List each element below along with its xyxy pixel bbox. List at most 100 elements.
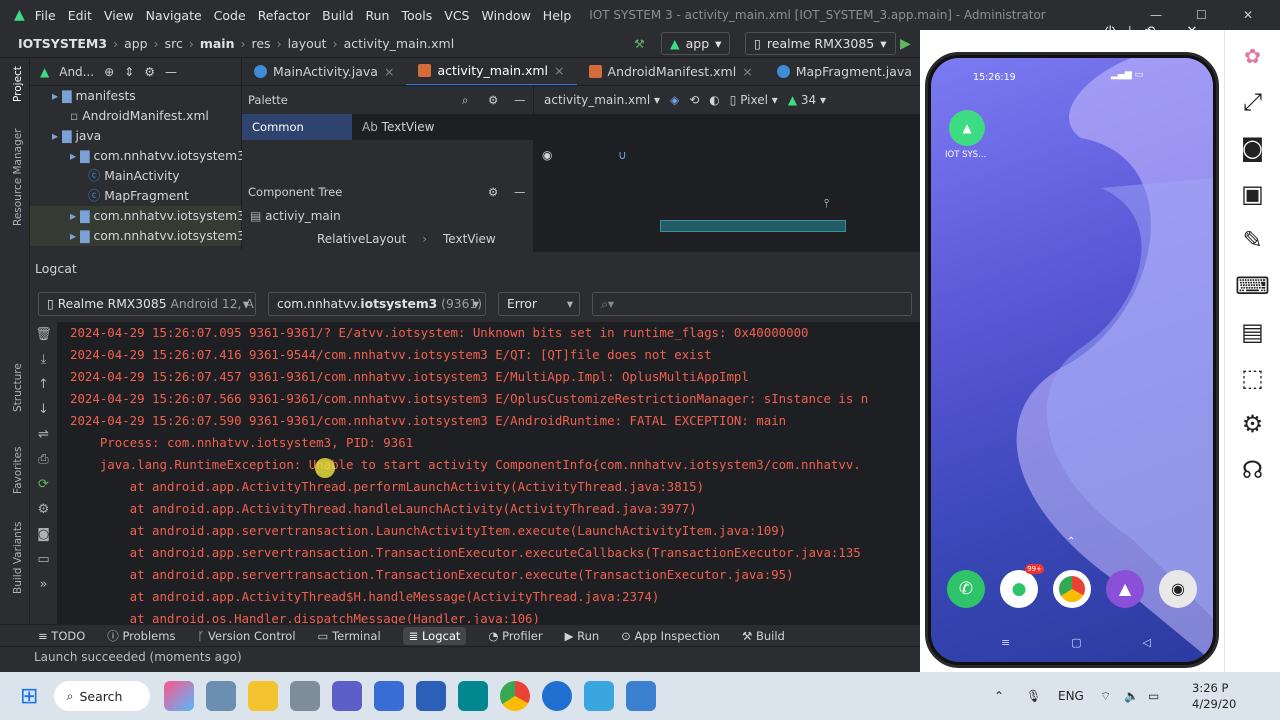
level-filter-dropdown[interactable]: Error ▾	[498, 292, 580, 316]
tree-item[interactable]: ▸ ▇ java	[30, 126, 241, 146]
teams-icon[interactable]	[332, 681, 363, 711]
clock[interactable]: 3:26 P 4/29/20	[1192, 680, 1280, 712]
component-root[interactable]: activiy_main	[265, 209, 341, 223]
crumb-relativelayout[interactable]: RelativeLayout	[317, 232, 406, 246]
tree-item[interactable]: ▸ ▇ com.nnhatvv.iotsystem3	[30, 206, 245, 226]
editor-tab[interactable]: AndroidManifest.xml ×	[577, 58, 765, 85]
back-nav-icon[interactable]: ◁	[1143, 636, 1151, 649]
edge-dev-icon[interactable]	[374, 681, 405, 711]
hammer-icon[interactable]: ⚒	[634, 37, 645, 51]
chrome-icon[interactable]	[500, 681, 531, 711]
close-tab-icon[interactable]: ×	[384, 58, 394, 85]
device-filter-dropdown[interactable]: ▯ Realme RMX3085 Android 12, A ▾	[38, 292, 256, 316]
print-icon[interactable]: ⎙	[30, 447, 57, 472]
tree-item[interactable]: ⓒ MainActivity	[30, 166, 241, 186]
search-icon[interactable]: ⌕	[462, 86, 468, 114]
copilot-app-icon[interactable]	[164, 681, 195, 711]
keyboard-icon[interactable]: ⌨	[1225, 266, 1280, 306]
tree-item[interactable]: ⓒ MapFragment	[30, 186, 241, 206]
build-variants-tool-tab[interactable]: Build Variants	[12, 522, 24, 594]
crumb-textview[interactable]: TextView	[443, 232, 496, 246]
install-icon[interactable]: ▤	[1225, 312, 1280, 352]
bottom-tab-version-control[interactable]: ᚴ Version Control	[197, 629, 295, 643]
clear-log-icon[interactable]: 🗑	[30, 322, 57, 347]
calculator-icon[interactable]	[290, 681, 321, 711]
record-icon[interactable]: ▣	[1225, 174, 1280, 214]
menu-window[interactable]: Window	[482, 8, 531, 23]
palette-category-common[interactable]: Common	[242, 114, 352, 140]
editor-tab[interactable]: MainActivity.java ×	[242, 58, 406, 85]
breadcrumb-item[interactable]: IOTSYSTEM3	[18, 36, 107, 51]
settings-icon[interactable]: ⚙	[1225, 404, 1280, 444]
battery-icon[interactable]: ▭	[1148, 689, 1159, 703]
bottom-tab-terminal[interactable]: ▭ Terminal	[318, 629, 381, 643]
bottom-tab-build[interactable]: ⚒ Build	[742, 629, 785, 643]
theme-icon[interactable]: ◐	[709, 93, 719, 107]
bottom-tab-problems[interactable]: ⓘ Problems	[107, 628, 175, 644]
wifi-icon[interactable]: ⌔	[1100, 689, 1111, 704]
menu-refactor[interactable]: Refactor	[258, 8, 310, 23]
editor-tab[interactable]: activity_main.xml ×	[406, 58, 577, 85]
menu-tools[interactable]: Tools	[401, 8, 432, 23]
bottom-tab-logcat[interactable]: ≣ Logcat	[402, 626, 467, 645]
windows-start-icon[interactable]: ⊞	[20, 684, 38, 709]
tree-item[interactable]: ▫ AndroidManifest.xml	[30, 106, 241, 126]
menu-build[interactable]: Build	[322, 8, 353, 23]
run-icon[interactable]: ▶	[900, 36, 911, 52]
phone-app-icon[interactable]: ✆	[947, 570, 985, 608]
more-icon[interactable]: »	[30, 572, 57, 597]
video-icon[interactable]: ▭	[30, 547, 57, 572]
messages-app-icon[interactable]: ● 99+	[1000, 564, 1044, 608]
crop-icon[interactable]: ⬚	[1225, 358, 1280, 398]
microphone-icon[interactable]: 🎙	[1026, 689, 1041, 703]
palette-item-textview[interactable]: Ab TextView	[352, 114, 533, 140]
bottom-tab-run[interactable]: ▶ Run	[565, 629, 600, 643]
menu-nav-icon[interactable]: ≡	[1001, 636, 1010, 649]
menu-navigate[interactable]: Navigate	[146, 8, 202, 23]
pin-icon[interactable]: ⊥	[1124, 24, 1135, 39]
project-view-dropdown[interactable]: And...	[59, 65, 94, 79]
tree-item[interactable]: ▸ ▇ com.nnhatvv.iotsystem3	[30, 146, 245, 166]
device-dropdown[interactable]: ▯ realme RMX3085 ▾	[745, 32, 896, 55]
arduino-icon[interactable]	[458, 681, 489, 711]
breadcrumb-item[interactable]: app	[124, 36, 148, 51]
soft-wrap-icon[interactable]: ⇌	[30, 422, 57, 447]
bottom-tab-app-inspection[interactable]: ⊙ App Inspection	[621, 629, 720, 643]
favorites-tool-tab[interactable]: Favorites	[12, 447, 24, 494]
close-tab-icon[interactable]: ×	[742, 58, 752, 85]
breadcrumb-item[interactable]: res	[252, 36, 271, 51]
close-icon[interactable]: ✕	[1187, 24, 1198, 39]
menu-run[interactable]: Run	[366, 8, 390, 23]
restart-icon[interactable]: ⟳	[30, 472, 57, 497]
camera-icon[interactable]: ◙	[30, 522, 57, 547]
tree-item[interactable]: ▸ ▇ manifests	[30, 86, 241, 106]
menu-view[interactable]: View	[104, 8, 134, 23]
minimize-button[interactable]: —	[1150, 8, 1162, 22]
menu-file[interactable]: File	[35, 8, 56, 23]
volume-icon[interactable]: 🔈	[1124, 689, 1139, 703]
hide-icon[interactable]: —	[514, 86, 526, 114]
resource-manager-tool-tab[interactable]: Resource Manager	[12, 128, 24, 226]
brush-icon[interactable]: ✎	[1225, 220, 1280, 260]
close-tab-icon[interactable]: ×	[554, 58, 564, 85]
magnet-icon[interactable]: ∪	[618, 148, 627, 162]
orientation-icon[interactable]: ⟲	[689, 93, 699, 107]
breadcrumb-item[interactable]: activity_main.xml	[344, 36, 455, 51]
up-arrow-icon[interactable]: ↑	[30, 372, 57, 397]
home-nav-icon[interactable]: ▢	[1071, 636, 1081, 649]
taskbar-search[interactable]: ⌕ Search	[54, 681, 151, 711]
menu-edit[interactable]: Edit	[68, 8, 92, 23]
device-preview-dropdown[interactable]: ▯ Pixel ▾	[730, 93, 778, 107]
history-icon[interactable]: ⟲	[1145, 24, 1156, 39]
maximize-button[interactable]: ☐	[1196, 8, 1207, 22]
api-dropdown[interactable]: ▲ 34 ▾	[788, 93, 826, 107]
phone-screen[interactable]: 15:26:19 ▂▄▆ ▭ ▲ IOT SYS... ⌃ ✆ ● 99+ ▲ ◉…	[931, 58, 1213, 662]
bottom-tab-profiler[interactable]: ◔ Profiler	[488, 629, 542, 643]
hide-icon[interactable]: —	[514, 178, 526, 206]
gear-icon[interactable]: ⚙	[488, 178, 498, 206]
eye-icon[interactable]: ◉	[542, 148, 552, 162]
word-icon[interactable]	[416, 681, 447, 711]
photos-app-icon[interactable]	[206, 681, 237, 711]
screenshot-icon[interactable]: ◙	[1225, 128, 1280, 168]
file-explorer-icon[interactable]	[248, 681, 279, 711]
